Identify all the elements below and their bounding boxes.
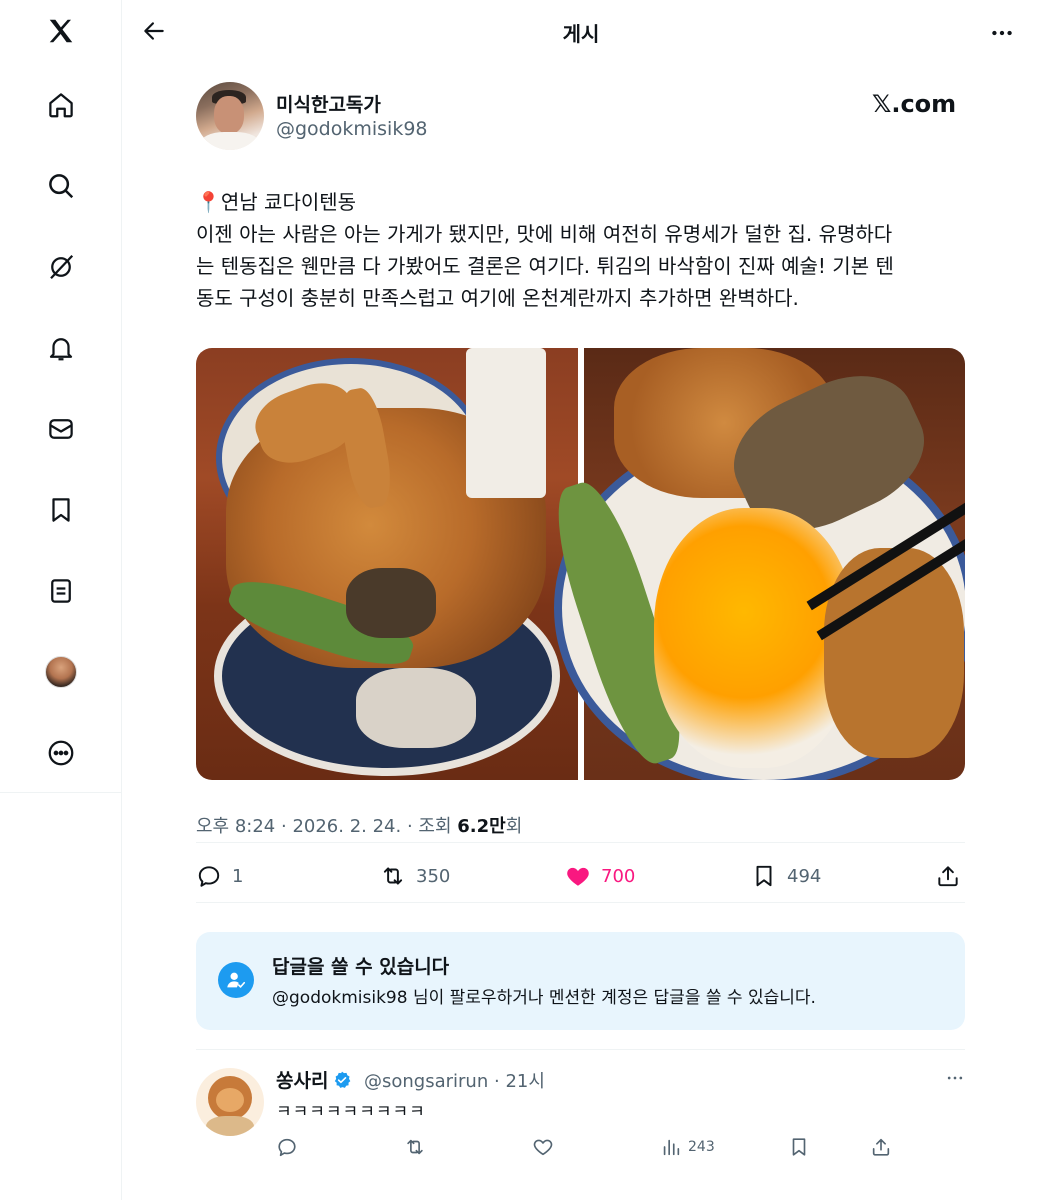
reply-author-name[interactable]: 쏭사리: [276, 1066, 328, 1093]
post-text-line: 이젠 아는 사람은 아는 가게가 됐지만, 맛에 비해 여전히 유명세가 덜한 …: [196, 222, 893, 246]
bookmark-icon: [792, 1138, 806, 1156]
views-count: 6.2만: [457, 816, 506, 837]
left-navigation: [0, 0, 122, 1200]
tendon-photo-left[interactable]: [196, 348, 578, 780]
reply-permission-notice: 답글을 쓸 수 있습니다 @godokmisik98 님이 팔로우하거나 멘션한…: [196, 932, 965, 1030]
author-handle[interactable]: @godokmisik98: [276, 118, 428, 140]
heart-icon: [533, 1139, 553, 1156]
bookmark-count: 494: [787, 865, 822, 887]
reply-handle-time: @songsarirun · 21시: [364, 1067, 545, 1093]
user-check-icon: [218, 962, 254, 998]
more-options-icon[interactable]: [985, 16, 1019, 50]
views-suffix: 회: [505, 816, 523, 837]
post-header: 게시: [123, 0, 1039, 64]
post-meta: 오후 8:24 · 2026. 2. 24. · 조회 6.2만회: [196, 812, 522, 838]
post-actions: 1 350 700 494: [196, 856, 965, 896]
post-text-line: 동도 구성이 충분히 만족스럽고 여기에 온천계란까지 추가하면 완벽하다.: [196, 286, 799, 310]
profile-avatar[interactable]: [40, 651, 82, 693]
analytics-icon: [663, 1139, 680, 1156]
meta-separator: ·: [406, 816, 419, 837]
bookmark-icon: [756, 865, 772, 887]
retweet-icon: [383, 867, 403, 885]
share-button[interactable]: [935, 856, 961, 896]
reply-bookmark-button[interactable]: [788, 1132, 810, 1162]
author-avatar[interactable]: [196, 82, 264, 150]
reply-share-button[interactable]: [870, 1132, 892, 1162]
x-com-watermark: 𝕏.com: [872, 90, 957, 118]
reply-retweet-button[interactable]: [404, 1132, 426, 1162]
reply-text: ㅋㅋㅋㅋㅋㅋㅋㅋㅋ: [276, 1102, 426, 1122]
share-icon: [938, 866, 958, 887]
reply-icon: [278, 1138, 296, 1157]
reply-count: 1: [232, 865, 244, 887]
reply-notice-title: 답글을 쓸 수 있습니다: [272, 956, 450, 978]
like-button[interactable]: 700: [565, 856, 635, 896]
reply-views-button[interactable]: 243: [660, 1132, 715, 1162]
post-text-line: 는 텐동집은 웬만큼 다 가봤어도 결론은 여기다. 튀김의 바삭함이 진짜 예…: [196, 254, 894, 278]
divider: [196, 902, 965, 903]
post-time[interactable]: 오후 8:24: [196, 816, 275, 837]
divider: [196, 1049, 965, 1050]
author-name[interactable]: 미식한고독가: [276, 90, 381, 117]
bookmarks-icon[interactable]: [40, 489, 82, 531]
post-media: [196, 348, 965, 780]
post-text: 📍연남 쿄다이텐동 이젠 아는 사람은 아는 가게가 됐지만, 맛에 비해 여전…: [196, 186, 976, 314]
reply-views-count: 243: [688, 1139, 715, 1155]
grok-icon[interactable]: [40, 246, 82, 288]
more-circle-icon[interactable]: [40, 732, 82, 774]
reply-author[interactable]: 쏭사리: [276, 1066, 352, 1093]
reply-more-icon[interactable]: [942, 1066, 968, 1090]
reply-reply-button[interactable]: [276, 1132, 298, 1162]
reply-button[interactable]: 1: [196, 856, 243, 896]
divider: [196, 842, 965, 843]
notifications-icon[interactable]: [40, 327, 82, 369]
reply-notice-description: @godokmisik98 님이 팔로우하거나 멘션한 계정은 답글을 쓸 수 …: [272, 988, 816, 1008]
search-icon[interactable]: [40, 165, 82, 207]
views-label: 조회: [418, 816, 452, 837]
home-icon[interactable]: [40, 84, 82, 126]
verified-badge-icon: [335, 1071, 351, 1088]
reply-avatar[interactable]: [196, 1068, 264, 1136]
reply-time[interactable]: 21시: [505, 1071, 544, 1092]
heart-filled-icon: [567, 867, 589, 886]
post-text-line: 📍연남 쿄다이텐동: [196, 190, 357, 214]
like-count: 700: [601, 865, 636, 887]
reply-author-handle[interactable]: @songsarirun: [364, 1071, 488, 1092]
lists-icon[interactable]: [40, 570, 82, 612]
retweet-count: 350: [416, 865, 451, 887]
share-icon: [872, 1138, 890, 1156]
x-logo-icon[interactable]: [40, 10, 82, 52]
messages-icon[interactable]: [40, 408, 82, 450]
post-date[interactable]: 2026. 2. 24.: [292, 816, 401, 837]
reply-icon: [198, 866, 220, 887]
page-title: 게시: [562, 22, 600, 46]
retweet-icon: [407, 1139, 423, 1155]
nav-divider: [0, 792, 122, 793]
reply-actions: 243: [276, 1132, 916, 1162]
meta-separator: ·: [281, 816, 293, 837]
reply-like-button[interactable]: [532, 1132, 554, 1162]
retweet-button[interactable]: 350: [380, 856, 450, 896]
reply-separator: ·: [488, 1071, 506, 1092]
tendon-photo-right[interactable]: [540, 348, 965, 780]
bookmark-button[interactable]: 494: [751, 856, 821, 896]
